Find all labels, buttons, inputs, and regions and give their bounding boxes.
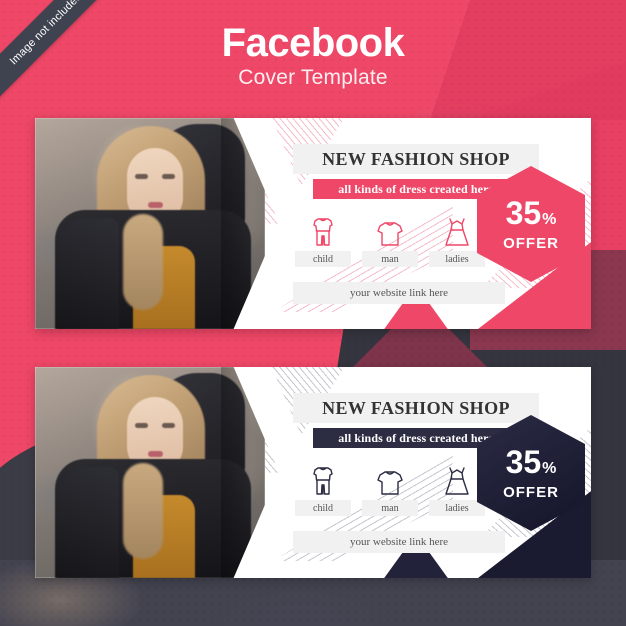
photo-lips — [148, 202, 163, 208]
child-outfit-icon — [311, 462, 335, 496]
photo-arm-lower — [57, 218, 119, 329]
category-man[interactable]: man — [362, 462, 418, 522]
tshirt-icon — [376, 462, 404, 496]
photo-eye-left — [135, 174, 148, 179]
photo-arm-lower — [57, 467, 119, 578]
photo-eye-left — [135, 423, 148, 428]
tagline-text: all kinds of dress created here — [338, 181, 494, 196]
category-child-label: child — [295, 251, 351, 267]
photo-lips — [148, 451, 163, 457]
dress-icon — [444, 462, 470, 496]
offer-badge-navy: 35 % OFFER — [477, 415, 585, 531]
page-title: Facebook — [221, 21, 405, 65]
chevron-shadow — [221, 367, 251, 578]
website-link-bar[interactable]: your website link here — [293, 282, 505, 304]
cover-banner-pink[interactable]: NEW FASHION SHOP all kinds of dress crea… — [35, 118, 591, 329]
banner-content-pink: NEW FASHION SHOP all kinds of dress crea… — [265, 118, 591, 329]
tshirt-icon — [376, 213, 404, 247]
offer-badge-pink: 35 % OFFER — [477, 166, 585, 282]
percent-symbol: % — [542, 459, 557, 477]
category-man[interactable]: man — [362, 213, 418, 273]
category-man-label: man — [362, 500, 418, 516]
chevron-shadow — [221, 118, 251, 329]
offer-percent-value: 35 — [505, 194, 542, 231]
offer-hexagon: 35 % OFFER — [477, 415, 585, 531]
website-link-bar[interactable]: your website link here — [293, 531, 505, 553]
tagline-text: all kinds of dress created here — [338, 430, 494, 445]
category-child-label: child — [295, 500, 351, 516]
photo-hair-strand — [123, 463, 163, 559]
offer-hexagon: 35 % OFFER — [477, 166, 585, 282]
offer-percent: 35 % — [506, 197, 557, 229]
photo-eye-right — [162, 423, 175, 428]
page-subtitle: Cover Template — [238, 66, 388, 89]
category-child[interactable]: child — [295, 462, 351, 522]
page-header: Facebook Cover Template — [0, 22, 626, 90]
category-man-label: man — [362, 251, 418, 267]
category-row: child man ladies — [295, 462, 485, 522]
photo-eye-right — [162, 174, 175, 179]
website-link-text: your website link here — [349, 536, 449, 548]
offer-percent: 35 % — [506, 446, 557, 478]
banner-content-navy: NEW FASHION SHOP all kinds of dress crea… — [265, 367, 591, 578]
offer-percent-value: 35 — [505, 443, 542, 480]
category-row: child man ladies — [295, 213, 485, 273]
category-child[interactable]: child — [295, 213, 351, 273]
offer-caption: OFFER — [503, 483, 559, 501]
photo-hair-strand — [123, 214, 163, 310]
child-outfit-icon — [311, 213, 335, 247]
offer-caption: OFFER — [503, 234, 559, 252]
dress-icon — [444, 213, 470, 247]
website-link-text: your website link here — [349, 287, 449, 299]
percent-symbol: % — [542, 210, 557, 228]
cover-banner-navy[interactable]: NEW FASHION SHOP all kinds of dress crea… — [35, 367, 591, 578]
